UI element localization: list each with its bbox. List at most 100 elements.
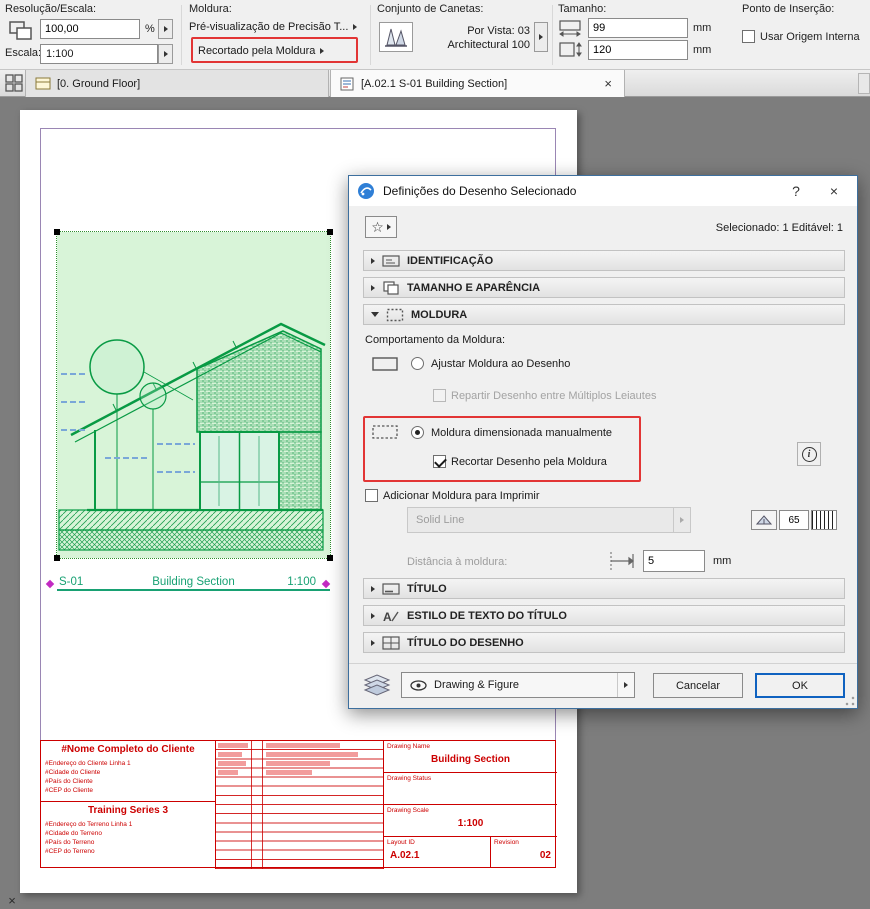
cancel-label: Cancelar [675, 679, 721, 692]
layer-dropdown[interactable]: Drawing & Figure [401, 672, 635, 698]
layout-id-row: Layout ID A.02.1 Revision 02 [384, 837, 557, 868]
manual-frame-radio[interactable] [411, 426, 424, 439]
tab-section[interactable]: [A.02.1 S-01 Building Section] × [330, 70, 625, 97]
resize-grip[interactable] [845, 696, 855, 706]
frame-preview-dropdown[interactable]: Pré-visualização de Precisão T... [189, 17, 365, 36]
chevron-right-icon [539, 34, 543, 40]
dialog-title-bar[interactable]: Definições do Desenho Selecionado ? × [349, 176, 857, 206]
line-type-value: Solid Line [416, 514, 465, 526]
drawing-title-underline [57, 589, 330, 591]
drawing-settings-icon [358, 183, 374, 199]
printed-frame-checkbox[interactable] [365, 489, 378, 502]
frame-icon [386, 308, 404, 321]
title-block: #Nome Completo do Cliente #Endereço do C… [40, 740, 557, 869]
line-type-dropdown[interactable]: Solid Line [407, 507, 691, 533]
revision-entry [218, 770, 238, 775]
pen-set-line1: Por Vista: 03 [467, 25, 530, 37]
section-title-text-style-label: ESTILO DE TEXTO DO TÍTULO [407, 609, 567, 622]
favorites-button[interactable] [365, 216, 397, 238]
frame-behavior-label: Comportamento da Moldura: [365, 334, 506, 346]
scale-label: Escala: [5, 47, 42, 59]
pen-set-menu-button[interactable] [534, 22, 548, 52]
section-size-appearance[interactable]: TAMANHO E APARÊNCIA [363, 277, 845, 298]
chevron-right-icon [386, 224, 391, 230]
frame-width-input[interactable] [588, 18, 688, 38]
revision-entry [266, 770, 312, 775]
footer-separator [349, 663, 857, 664]
selection-handle[interactable] [327, 555, 333, 561]
tab-overflow-button[interactable] [858, 73, 870, 94]
chevron-right-icon [320, 47, 325, 54]
section-title[interactable]: TÍTULO [363, 578, 845, 599]
section-identification[interactable]: IDENTIFICAÇÃO [363, 250, 845, 271]
title-block-client-cell: #Nome Completo do Cliente #Endereço do C… [41, 741, 216, 869]
eye-icon [410, 679, 427, 691]
section-title-text-style[interactable]: A ESTILO DE TEXTO DO TÍTULO [363, 605, 845, 626]
section-drawing-title-label: TÍTULO DO DESENHO [407, 636, 524, 649]
client-line: #Endereço do Cliente Linha 1 [45, 760, 131, 767]
revision-table-line [251, 741, 252, 869]
size-appearance-icon [383, 280, 399, 295]
dropdown-arrow-zone [617, 673, 634, 697]
drawing-status-row: Drawing Status [384, 773, 557, 805]
use-internal-origin-checkbox[interactable] [742, 30, 755, 43]
ok-button[interactable]: OK [755, 673, 845, 698]
pen-color-button[interactable] [751, 510, 777, 530]
top-toolbar: Resolução/Escala: % Escala: 1:100 Moldur… [0, 0, 870, 70]
dialog-close-button[interactable]: × [819, 176, 849, 206]
frame-crop-dropdown[interactable]: Recortado pela Moldura [198, 41, 325, 60]
resolution-menu-button[interactable] [158, 19, 173, 39]
chevron-right-icon [371, 639, 375, 646]
tab-close-icon[interactable]: × [601, 76, 615, 91]
crop-drawing-checkbox[interactable] [433, 455, 446, 468]
pen-set-button[interactable] [379, 22, 413, 52]
ok-label: OK [792, 679, 808, 692]
scale-menu-button[interactable] [158, 44, 173, 64]
title-icon [382, 582, 400, 595]
split-drawing-checkbox[interactable] [433, 389, 446, 402]
selection-handle[interactable] [327, 229, 333, 235]
pens-icon [385, 28, 407, 47]
selection-handle[interactable] [54, 555, 60, 561]
project-name: Training Series 3 [87, 805, 169, 816]
quick-options-icon[interactable] [5, 74, 23, 95]
drawing-title-icon [382, 635, 400, 650]
revision-entry [266, 761, 330, 766]
scale-dropdown[interactable]: 1:100 [40, 44, 158, 64]
section-frame[interactable]: MOLDURA [363, 304, 845, 325]
help-button[interactable]: ? [781, 176, 811, 206]
identification-icon [382, 254, 400, 267]
drawing-selection[interactable] [56, 231, 331, 559]
revision-table-line [262, 741, 263, 869]
toolbar-separator [552, 5, 553, 65]
drawing-scale-label: Drawing Scale [387, 807, 429, 814]
layout-id-label: Layout ID [387, 839, 415, 846]
resolution-input[interactable] [40, 19, 140, 39]
section-identification-label: IDENTIFICAÇÃO [407, 254, 494, 267]
chevron-right-icon [163, 51, 168, 57]
title-block-divider [41, 801, 216, 802]
frame-fill-button[interactable] [811, 510, 837, 530]
revision-value: 02 [539, 850, 551, 861]
frame-distance-input[interactable] [643, 550, 705, 572]
cancel-button[interactable]: Cancelar [653, 673, 743, 698]
drawing-scale-value: 1:100 [457, 818, 484, 829]
frame-group-label: Moldura: [189, 3, 232, 15]
resolution-scale-label: Resolução/Escala: [5, 3, 97, 15]
info-button[interactable]: i [797, 442, 821, 466]
pane-close-button[interactable]: × [5, 893, 19, 908]
revision-entry [218, 752, 242, 757]
layout-id-value: A.02.1 [390, 850, 420, 861]
section-drawing-title[interactable]: TÍTULO DO DESENHO [363, 632, 845, 653]
tab-ground-floor[interactable]: [0. Ground Floor] [25, 70, 329, 97]
layout-id-cell: Layout ID A.02.1 [384, 837, 491, 868]
pen-number-input[interactable] [779, 510, 809, 530]
frame-distance-unit: mm [713, 555, 732, 567]
selection-handle[interactable] [54, 229, 60, 235]
split-drawing-label: Repartir Desenho entre Múltiplos Leiaute… [451, 390, 657, 402]
frame-preview-value: Pré-visualização de Precisão T... [189, 20, 349, 33]
toolbar-separator [181, 5, 182, 65]
revision-entry [266, 752, 358, 757]
fit-frame-radio[interactable] [411, 357, 424, 370]
frame-height-input[interactable] [588, 40, 688, 60]
